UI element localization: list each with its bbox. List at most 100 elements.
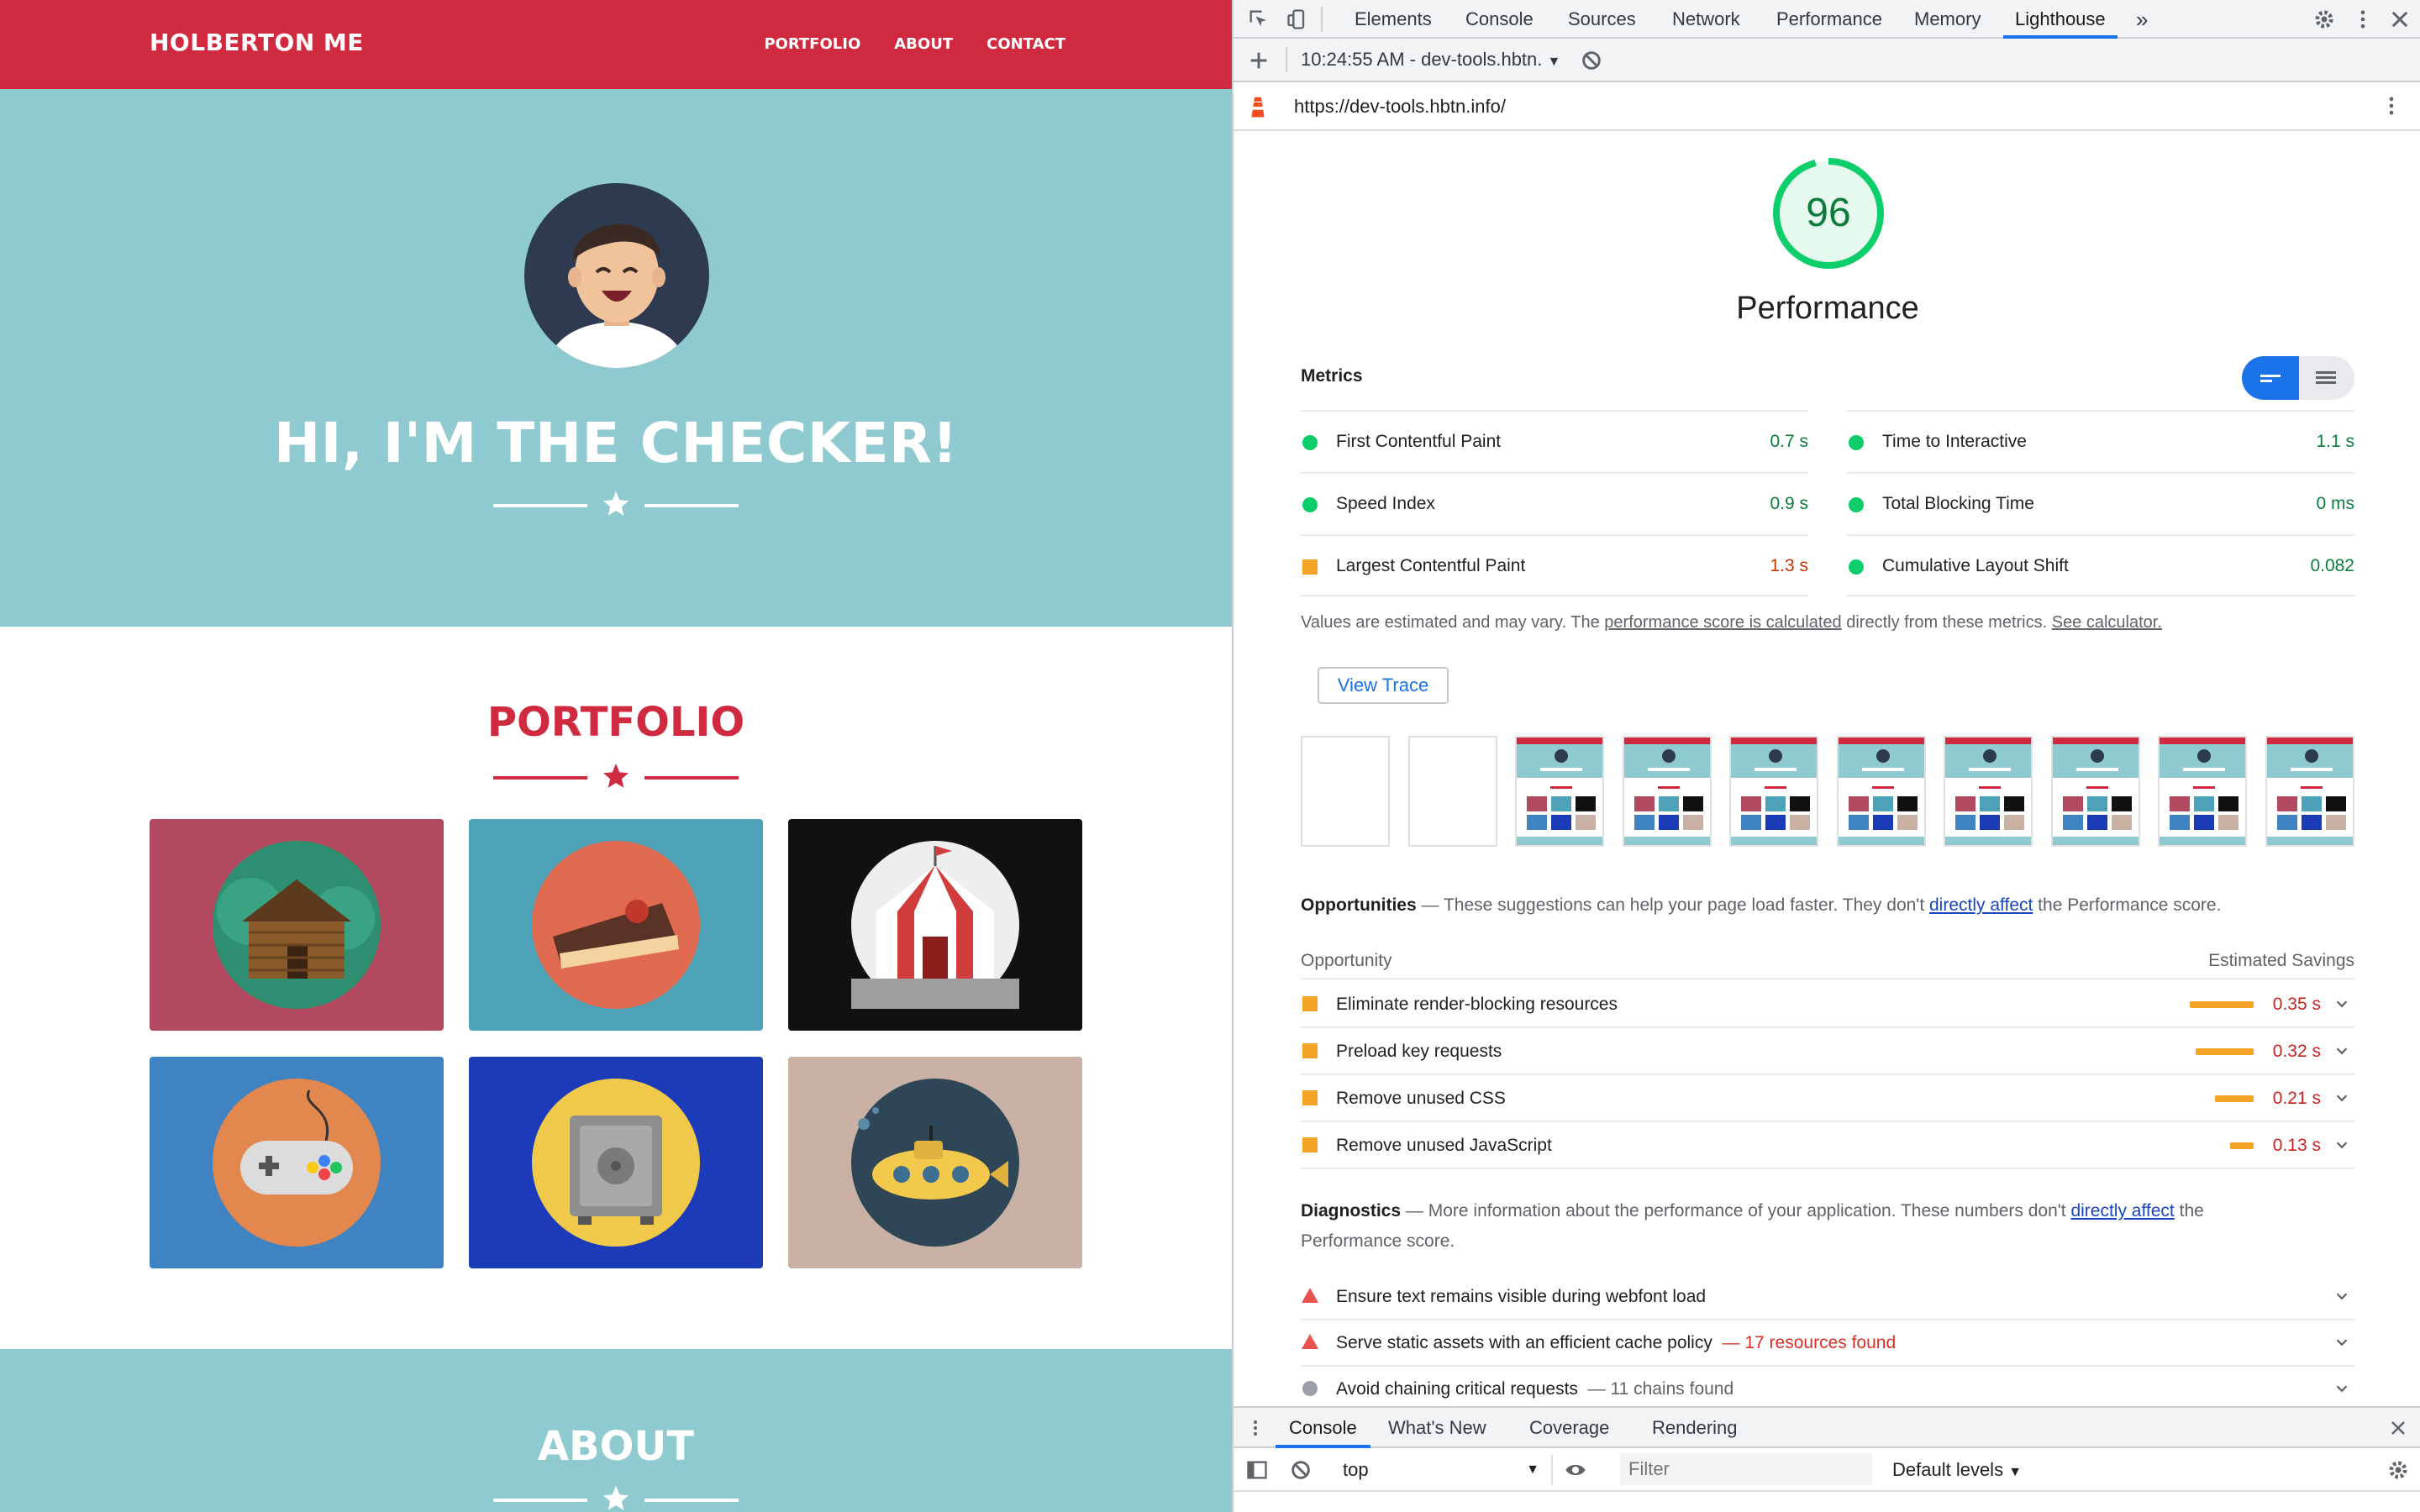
site-nav-links: PORTFOLIO ABOUT CONTACT	[764, 35, 1065, 53]
score-calculated-link[interactable]: performance score is calculated	[1604, 613, 1841, 632]
diagnostic-row[interactable]: Ensure text remains visible during webfo…	[1301, 1273, 2354, 1320]
console-filter-input[interactable]	[1620, 1453, 1872, 1485]
chevron-down-icon	[2336, 1047, 2348, 1055]
tab-sources[interactable]: Sources	[1568, 0, 1636, 39]
tab-network[interactable]: Network	[1672, 0, 1740, 39]
cabin-image	[150, 819, 444, 1031]
metric-status-indicator	[1302, 435, 1318, 450]
more-tabs-button[interactable]: »	[2136, 0, 2148, 39]
opportunity-row[interactable]: Preload key requests 0.32 s	[1301, 1028, 2354, 1075]
filmstrip-frame	[1515, 736, 1604, 847]
new-report-plus-icon[interactable]	[1247, 49, 1270, 72]
report-menu-icon[interactable]	[2380, 94, 2403, 118]
drawer-menu-icon[interactable]	[1245, 1418, 1265, 1438]
close-devtools-icon[interactable]	[2388, 8, 2412, 31]
nav-link-about[interactable]: ABOUT	[894, 35, 953, 53]
site-navbar: HOLBERTON ME PORTFOLIO ABOUT CONTACT	[0, 0, 1232, 89]
device-toolbar-icon[interactable]	[1286, 8, 1309, 31]
view-trace-button[interactable]: View Trace	[1318, 667, 1449, 704]
chevron-down-icon	[2336, 1293, 2348, 1300]
tab-memory[interactable]: Memory	[1914, 0, 1981, 39]
star-icon	[603, 491, 629, 516]
filmstrip-frame	[2265, 736, 2354, 847]
portfolio-tile-cake[interactable]	[469, 819, 763, 1031]
category-title: Performance	[1736, 291, 1919, 326]
expanded-lines-icon[interactable]	[2314, 368, 2338, 388]
inspect-element-icon[interactable]	[1247, 8, 1270, 31]
chevron-down-icon	[2336, 1095, 2348, 1102]
opportunities-header: Opportunities — These suggestions can he…	[1301, 890, 2221, 921]
metric-value: 1.1 s	[2316, 432, 2354, 451]
context-selector[interactable]: top ▼	[1334, 1455, 1553, 1485]
filmstrip-frame	[1944, 736, 2033, 847]
devtools-panel: Elements Console Sources Network Perform…	[1232, 0, 2420, 1512]
opportunity-row[interactable]: Remove unused JavaScript 0.13 s	[1301, 1122, 2354, 1169]
portfolio-tile-circus[interactable]	[788, 819, 1082, 1031]
site-brand-link[interactable]: HOLBERTON ME	[150, 29, 364, 56]
column-estimated-savings: Estimated Savings	[2208, 951, 2354, 970]
portfolio-tile-cabin[interactable]	[150, 819, 444, 1031]
settings-gear-icon[interactable]	[2312, 8, 2336, 31]
average-status-square	[1302, 996, 1318, 1011]
metrics-view-toggle[interactable]	[2242, 356, 2354, 400]
portfolio-tile-submarine[interactable]	[788, 1057, 1082, 1268]
opportunity-name: Eliminate render-blocking resources	[1336, 995, 1618, 1014]
chevron-down-icon	[2336, 1142, 2348, 1149]
nav-link-contact[interactable]: CONTACT	[986, 35, 1065, 53]
opportunity-row[interactable]: Remove unused CSS 0.21 s	[1301, 1075, 2354, 1122]
drawer-tab-whats-new[interactable]: What's New	[1388, 1408, 1486, 1448]
filmstrip	[1301, 736, 2360, 847]
close-drawer-icon[interactable]	[2388, 1418, 2408, 1438]
diagnostic-detail: — 17 resources found	[1722, 1333, 1897, 1352]
metric-value: 0.9 s	[1770, 494, 1808, 513]
report-selector[interactable]: 10:24:55 AM - dev-tools.hbtn. ▼	[1301, 49, 1560, 71]
portfolio-divider	[493, 761, 739, 795]
log-levels-dropdown[interactable]: Default levels ▼	[1892, 1455, 2022, 1488]
section-dash: —	[1421, 895, 1439, 915]
drawer-tab-console[interactable]: Console	[1276, 1408, 1370, 1448]
clear-reports-icon[interactable]	[1580, 49, 1603, 72]
more-options-icon[interactable]	[2351, 8, 2375, 31]
lighthouse-report: 96 Performance Metrics First Contentful …	[1234, 131, 2420, 1406]
live-expression-eye-icon[interactable]	[1563, 1458, 1588, 1482]
report-url-bar: https://dev-tools.hbtn.info/	[1234, 82, 2420, 131]
show-sidebar-icon[interactable]	[1245, 1458, 1269, 1482]
tab-console[interactable]: Console	[1465, 0, 1534, 39]
directly-affect-link[interactable]: directly affect	[1929, 895, 2033, 915]
metric-status-indicator	[1849, 497, 1864, 512]
nav-link-portfolio[interactable]: PORTFOLIO	[764, 35, 860, 53]
toolbar-separator	[1321, 7, 1323, 32]
hero-title: HI, I'M THE CHECKER!	[274, 411, 958, 475]
savings-bar	[2215, 1095, 2254, 1102]
section-dash: —	[1405, 1201, 1423, 1221]
report-url[interactable]: https://dev-tools.hbtn.info/	[1294, 96, 1506, 118]
tab-lighthouse[interactable]: Lighthouse	[2003, 0, 2118, 39]
directly-affect-link[interactable]: directly affect	[2070, 1201, 2174, 1221]
performance-score: 96	[1806, 191, 1851, 235]
see-calculator-link[interactable]: See calculator.	[2052, 613, 2162, 632]
diagnostic-name: Serve static assets with an efficient ca…	[1336, 1333, 1896, 1353]
portfolio-tile-safe[interactable]	[469, 1057, 763, 1268]
page-thumbnail-image	[1945, 738, 2031, 845]
compact-lines-icon	[2260, 375, 2281, 382]
metrics-disclaimer: Values are estimated and may vary. The p…	[1301, 613, 2162, 633]
circus-tent-image	[788, 819, 1082, 1031]
drawer-tab-rendering[interactable]: Rendering	[1652, 1408, 1738, 1448]
clear-console-icon[interactable]	[1289, 1458, 1313, 1482]
diagnostic-row[interactable]: Serve static assets with an efficient ca…	[1301, 1320, 2354, 1367]
page-thumbnail-image	[1517, 738, 1602, 845]
metric-name: Total Blocking Time	[1882, 494, 2034, 513]
metric-status-indicator	[1302, 497, 1318, 512]
console-settings-gear-icon[interactable]	[2386, 1458, 2410, 1482]
opportunity-row[interactable]: Eliminate render-blocking resources 0.35 …	[1301, 981, 2354, 1028]
chevron-down-icon: ▼	[2008, 1465, 2023, 1479]
diagnostic-row[interactable]: Avoid chaining critical requests — 11 ch…	[1301, 1366, 2354, 1406]
page-thumbnail-image	[1838, 738, 1924, 845]
metric-name: Largest Contentful Paint	[1336, 556, 1526, 575]
portfolio-tile-controller[interactable]	[150, 1057, 444, 1268]
drawer-tab-coverage[interactable]: Coverage	[1529, 1408, 1609, 1448]
tab-elements[interactable]: Elements	[1355, 0, 1432, 39]
fail-triangle-icon	[1302, 1288, 1318, 1303]
compact-view-button[interactable]	[2242, 356, 2299, 400]
tab-performance[interactable]: Performance	[1776, 0, 1882, 39]
